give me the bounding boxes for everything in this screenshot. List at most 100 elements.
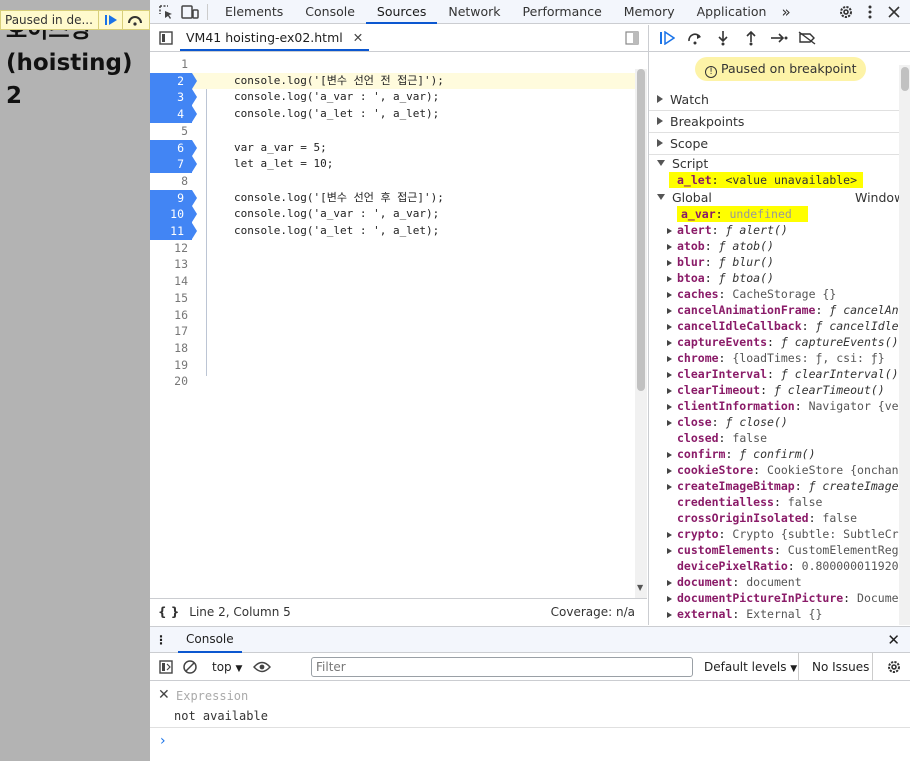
toggle-navigator-icon[interactable] [154,26,178,50]
global-scope-header[interactable]: Global Window [649,188,910,206]
inspect-element-icon[interactable] [154,0,178,24]
breakpoints-section-header[interactable]: Breakpoints [649,110,910,132]
close-drawer-icon[interactable]: ✕ [887,631,900,649]
scope-variable[interactable]: alert: ƒ alert() [649,222,910,238]
line-number[interactable]: 5 [150,123,196,140]
step-over-button[interactable] [122,11,146,29]
step-out-icon[interactable] [737,26,765,50]
code-line[interactable]: 5 [150,123,647,140]
expand-arrow-icon[interactable] [667,340,672,346]
live-expression-eye-icon[interactable] [250,655,274,679]
settings-gear-icon[interactable] [834,0,858,24]
device-toolbar-icon[interactable] [178,0,202,24]
line-number[interactable]: 16 [150,307,196,324]
code-line[interactable]: 3 console.log('a_var : ', a_var); [150,89,647,107]
code-line[interactable]: 14 [150,273,647,290]
clear-console-icon[interactable] [178,655,202,679]
scope-variable[interactable]: blur: ƒ blur() [649,254,910,270]
console-settings-gear-icon[interactable] [882,655,906,679]
log-levels-dropdown[interactable]: Default levels ▼ [704,660,797,674]
line-number[interactable]: 15 [150,290,196,307]
scope-variable[interactable]: customElements: CustomElementRegistry [649,542,910,558]
expand-arrow-icon[interactable] [667,276,672,282]
expand-arrow-icon[interactable] [667,468,672,474]
expand-arrow-icon[interactable] [667,388,672,394]
breakpoint-line-number[interactable]: 10 [150,206,197,223]
tab-sources[interactable]: Sources [365,0,438,24]
breakpoint-line-number[interactable]: 9 [150,189,197,207]
expand-arrow-icon[interactable] [667,324,672,330]
breakpoint-line-number[interactable]: 6 [150,139,197,157]
scope-variable[interactable]: chrome: {loadTimes: ƒ, csi: ƒ} [649,350,910,366]
scope-variable[interactable]: external: External {} [649,606,910,622]
scope-variable[interactable]: createImageBitmap: ƒ createImageBitmap() [649,478,910,494]
expand-arrow-icon[interactable] [667,580,672,586]
scope-section-header[interactable]: Scope [649,132,910,154]
code-editor[interactable]: 1 2 console.log('[변수 선언 전 접근]'); 3 console.l… [150,53,647,598]
code-line[interactable]: 7 let a_let = 10; [150,156,647,173]
code-line[interactable]: 19 [150,357,647,374]
close-devtools-icon[interactable] [882,0,906,24]
code-line[interactable]: 1 [150,56,647,73]
scope-variable[interactable]: cookieStore: CookieStore {onchange: [649,462,910,478]
pretty-print-icon[interactable]: { } [158,605,179,619]
scope-variable[interactable]: credentialless: false [649,494,910,510]
code-line[interactable]: 2 console.log('[변수 선언 전 접근]'); [150,72,647,90]
breakpoint-line-number[interactable]: 4 [150,106,197,123]
scope-variable[interactable]: confirm: ƒ confirm() [649,446,910,462]
watch-section-header[interactable]: Watch [649,88,910,110]
step-over-icon[interactable] [681,26,709,50]
code-line[interactable]: 20 [150,373,647,390]
step-into-icon[interactable] [709,26,737,50]
expand-arrow-icon[interactable] [667,260,672,266]
deactivate-breakpoints-icon[interactable] [793,26,821,50]
more-tabs-button[interactable]: » [777,0,794,24]
tab-performance[interactable]: Performance [512,0,613,24]
scope-variable[interactable]: crypto: Crypto {subtle: SubtleCrypto [649,526,910,542]
scrollbar-thumb[interactable] [901,67,909,91]
close-tab-icon[interactable]: ✕ [353,30,363,45]
expand-arrow-icon[interactable] [667,372,672,378]
scope-variable[interactable]: close: ƒ close() [649,414,910,430]
more-options-icon[interactable] [858,0,882,24]
code-line[interactable]: 15 [150,290,647,307]
expand-arrow-icon[interactable] [667,404,672,410]
scope-variable[interactable]: document: document [649,574,910,590]
scope-variable[interactable]: atob: ƒ atob() [649,238,910,254]
scope-variable[interactable]: caches: CacheStorage {} [649,286,910,302]
line-number[interactable]: 13 [150,256,196,273]
line-number[interactable]: 18 [150,340,196,357]
tab-elements[interactable]: Elements [214,0,294,24]
expand-arrow-icon[interactable] [667,356,672,362]
expand-arrow-icon[interactable] [667,484,672,490]
breakpoint-line-number[interactable]: 11 [150,223,197,240]
line-number[interactable]: 12 [150,240,196,257]
code-line[interactable]: 18 [150,340,647,357]
scope-variable[interactable]: btoa: ƒ btoa() [649,270,910,286]
expand-arrow-icon[interactable] [667,228,672,234]
editor-scrollbar[interactable] [635,69,647,598]
expand-arrow-icon[interactable] [667,308,672,314]
breakpoint-line-number[interactable]: 7 [150,156,197,173]
console-sidebar-icon[interactable] [154,655,178,679]
code-line[interactable]: 10 console.log('a_var : ', a_var); [150,206,647,223]
code-line[interactable]: 8 [150,173,647,190]
code-line[interactable]: 13 [150,256,647,273]
scope-variable[interactable]: a_let: <value unavailable> [649,172,910,188]
drawer-menu-icon[interactable]: ⋮ [150,633,172,647]
scope-variable[interactable]: crossOriginIsolated: false [649,510,910,526]
tab-memory[interactable]: Memory [613,0,686,24]
context-selector[interactable]: top ▼ [212,660,242,674]
scope-variable[interactable]: cancelAnimationFrame: ƒ cancelAnimationF… [649,302,910,318]
remove-expression-icon[interactable]: ✕ [158,687,170,703]
editor-file-tab[interactable]: VM41 hoisting-ex02.html ✕ [180,25,370,51]
scope-variable[interactable]: clearTimeout: ƒ clearTimeout() [649,382,910,398]
expand-arrow-icon[interactable] [667,420,672,426]
resume-icon[interactable] [653,26,681,50]
expand-arrow-icon[interactable] [667,596,672,602]
issues-counter[interactable]: No Issues [812,660,869,674]
scope-variable[interactable]: documentPictureInPicture: DocumentPictur… [649,590,910,606]
code-line[interactable]: 6 var a_var = 5; [150,139,647,157]
scrollbar-thumb[interactable] [637,69,645,391]
console-filter-input[interactable]: Filter [311,657,693,677]
